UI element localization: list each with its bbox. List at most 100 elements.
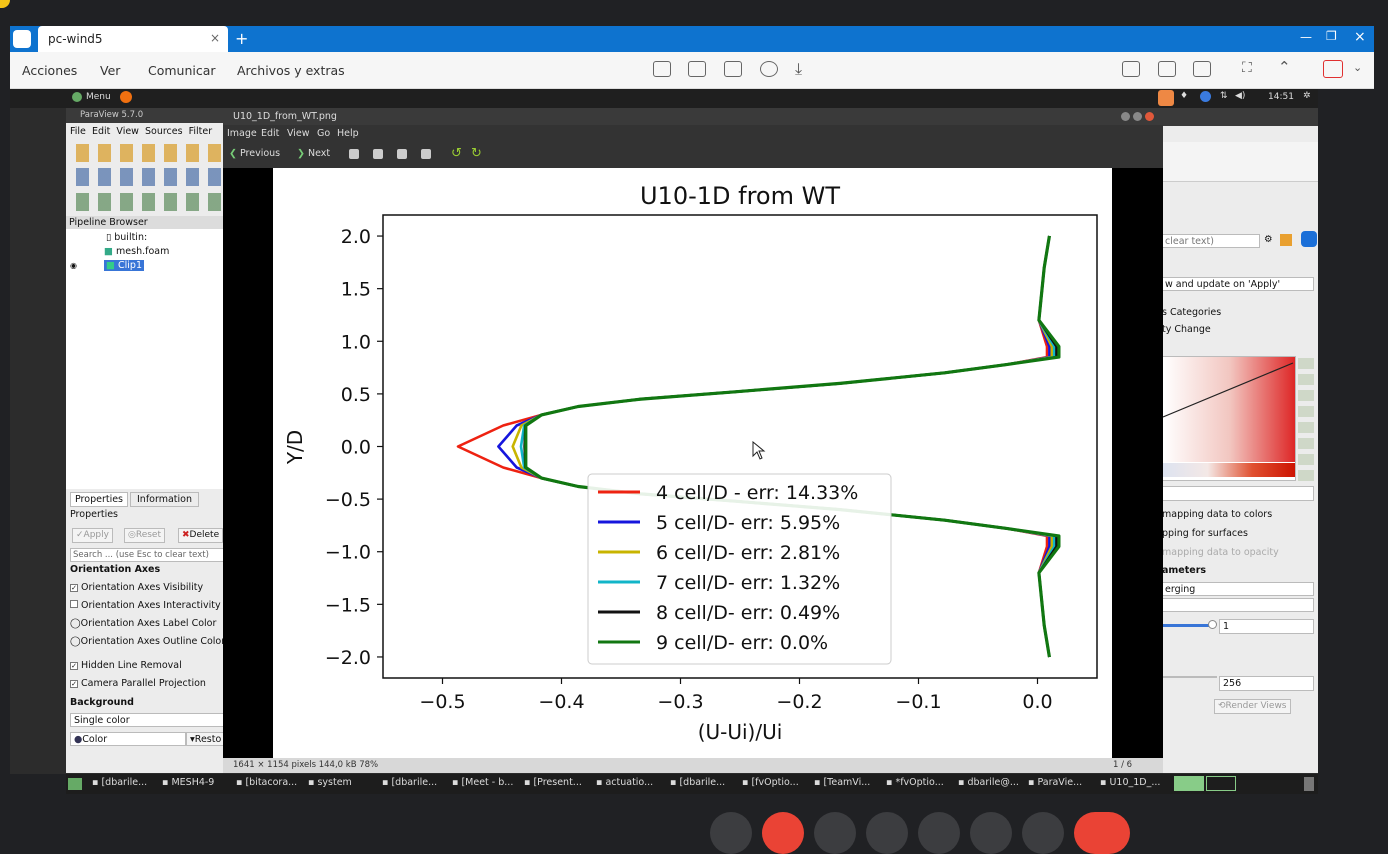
- previous-button[interactable]: ❮ Previous: [229, 148, 280, 159]
- bell-icon[interactable]: ♦: [1180, 91, 1188, 101]
- slider-track-2[interactable]: [1162, 676, 1217, 678]
- leave-call-button[interactable]: [1074, 812, 1130, 854]
- tab-information[interactable]: Information: [130, 492, 199, 507]
- pipeline-item-clip1[interactable]: ■ Clip1: [104, 260, 145, 271]
- zoom-out-icon[interactable]: [373, 149, 383, 159]
- close-window-circle-icon[interactable]: [1145, 112, 1154, 121]
- end-session-icon[interactable]: [1323, 60, 1343, 78]
- taskbar-item[interactable]: ▪ [dbarile...: [92, 777, 147, 788]
- menu-viewer-edit[interactable]: Edit: [261, 128, 279, 139]
- taskbar-item[interactable]: ▪ [dbarile...: [382, 777, 437, 788]
- zoom-in-icon[interactable]: [349, 149, 359, 159]
- file-lock-icon[interactable]: [724, 61, 742, 77]
- users-icon[interactable]: [1193, 61, 1211, 77]
- orientation-outline-color-button[interactable]: ◯Orientation Axes Outline Color: [70, 636, 225, 647]
- chevron-down-icon[interactable]: ⌄: [1353, 61, 1362, 74]
- taskbar-item[interactable]: ▪ [dbarile...: [670, 777, 725, 788]
- tab-pc-wind5[interactable]: pc-wind5 ×: [38, 26, 228, 52]
- mapping-colors-checkbox[interactable]: mapping data to colors: [1162, 509, 1272, 520]
- tab-properties[interactable]: Properties: [70, 492, 129, 507]
- menu-view[interactable]: View: [116, 126, 139, 137]
- menu-go[interactable]: Go: [317, 128, 330, 139]
- taskbar-item[interactable]: ▪ [TeamVi...: [814, 777, 870, 788]
- next-button[interactable]: ❯ Next: [297, 148, 330, 159]
- slider-handle[interactable]: [1208, 620, 1217, 629]
- pipeline-item-mesh[interactable]: ■ mesh.foam: [104, 246, 169, 257]
- emoji-button[interactable]: [866, 812, 908, 854]
- delete-button[interactable]: ✖Delete: [178, 528, 224, 543]
- settings-gear-icon[interactable]: ✲: [1303, 91, 1311, 101]
- mapping-opacity-checkbox[interactable]: mapping data to opacity: [1162, 547, 1279, 558]
- toolbar-filter-icons[interactable]: [76, 193, 226, 211]
- minimize-icon[interactable]: —: [1300, 30, 1312, 44]
- color-icon[interactable]: [1280, 234, 1292, 246]
- clock[interactable]: 14:51: [1268, 92, 1294, 102]
- start-menu-icon[interactable]: [68, 778, 82, 790]
- restore-icon[interactable]: ❐: [1326, 29, 1337, 43]
- value-1-field[interactable]: 1: [1219, 619, 1314, 634]
- teamviewer-tray-icon[interactable]: [1158, 90, 1174, 106]
- present-button[interactable]: [918, 812, 960, 854]
- rotate-left-icon[interactable]: ↺: [451, 146, 462, 161]
- more-options-button[interactable]: [1022, 812, 1064, 854]
- taskbar-item[interactable]: ▪ [fvOptio...: [742, 777, 799, 788]
- ubuntu-menu-label[interactable]: Menu: [86, 92, 111, 102]
- camera-icon[interactable]: [1158, 61, 1176, 77]
- menu-edit[interactable]: Edit: [92, 126, 110, 137]
- record-icon[interactable]: [760, 61, 778, 77]
- menu-viewer-view[interactable]: View: [287, 128, 310, 139]
- properties-search-input[interactable]: Search ... (use Esc to clear text): [70, 548, 224, 562]
- close-window-icon[interactable]: ×: [1354, 29, 1366, 45]
- zoom-normal-icon[interactable]: [397, 149, 407, 159]
- eye-icon[interactable]: ◉: [70, 261, 77, 270]
- zoom-fit-icon[interactable]: [421, 149, 431, 159]
- maximize-window-icon[interactable]: [1133, 112, 1142, 121]
- captions-button[interactable]: [814, 812, 856, 854]
- mapping-surfaces-checkbox[interactable]: pping for surfaces: [1162, 528, 1248, 539]
- toolbar-camera-icons[interactable]: [76, 168, 226, 186]
- editor-side-buttons[interactable]: [1298, 358, 1314, 483]
- new-tab-icon[interactable]: +: [235, 29, 248, 48]
- menu-ver[interactable]: Ver: [100, 63, 120, 78]
- menu-filters[interactable]: Filter: [189, 126, 213, 137]
- mic-button[interactable]: [710, 812, 752, 854]
- background-select[interactable]: Single color: [70, 713, 224, 727]
- taskbar-item[interactable]: ▪ [bitacora...: [236, 777, 297, 788]
- menu-help[interactable]: Help: [337, 128, 359, 139]
- trash-icon[interactable]: [1304, 777, 1314, 791]
- parameter-field[interactable]: [1162, 598, 1314, 612]
- categories-checkbox[interactable]: s Categories: [1162, 307, 1221, 318]
- taskbar-item[interactable]: ▪ ParaVie...: [1028, 777, 1082, 788]
- camera-off-button[interactable]: [762, 812, 804, 854]
- camera-parallel-checkbox[interactable]: ✓ Camera Parallel Projection: [70, 678, 206, 689]
- orientation-visibility-checkbox[interactable]: ✓ Orientation Axes Visibility: [70, 582, 203, 593]
- render-views-button[interactable]: ⟲Render Views: [1214, 699, 1291, 714]
- restore-button[interactable]: ▾Resto: [186, 732, 224, 746]
- workspace-switcher[interactable]: [1174, 776, 1204, 791]
- toolbar-file-icons[interactable]: [76, 144, 226, 162]
- color-button[interactable]: ●Color: [70, 732, 186, 746]
- keyboard-icon[interactable]: [688, 61, 706, 77]
- orientation-label-color-button[interactable]: ◯Orientation Axes Label Color: [70, 618, 216, 629]
- fullscreen-icon[interactable]: ⛶: [1242, 60, 1252, 76]
- orientation-interactivity-checkbox[interactable]: Orientation Axes Interactivity: [70, 600, 221, 611]
- menu-acciones[interactable]: Acciones: [22, 63, 77, 78]
- taskbar-item[interactable]: ▪ [Present...: [524, 777, 582, 788]
- apply-button[interactable]: ✓Apply: [72, 528, 113, 543]
- teamviewer-side-icon[interactable]: [1301, 231, 1317, 247]
- taskbar-item[interactable]: ▪ dbarile@...: [958, 777, 1019, 788]
- download-icon[interactable]: ⤓: [795, 59, 802, 79]
- slider-track[interactable]: [1162, 624, 1212, 627]
- pipeline-item-builtin[interactable]: ▯ builtin:: [106, 232, 147, 243]
- workspace-switcher-2[interactable]: [1206, 776, 1236, 791]
- color-map-search-input[interactable]: clear text): [1162, 234, 1260, 248]
- firefox-icon[interactable]: [120, 91, 132, 103]
- volume-icon[interactable]: ◀): [1235, 91, 1245, 101]
- menu-file[interactable]: File: [70, 126, 86, 137]
- menu-archivos[interactable]: Archivos y extras: [237, 63, 345, 78]
- mint-logo-icon[interactable]: [72, 92, 82, 102]
- network-icon[interactable]: [1200, 91, 1211, 102]
- rotate-right-icon[interactable]: ↻: [471, 146, 482, 161]
- whiteboard-icon[interactable]: [1122, 61, 1140, 77]
- taskbar-item[interactable]: ▪ [Meet - b...: [452, 777, 513, 788]
